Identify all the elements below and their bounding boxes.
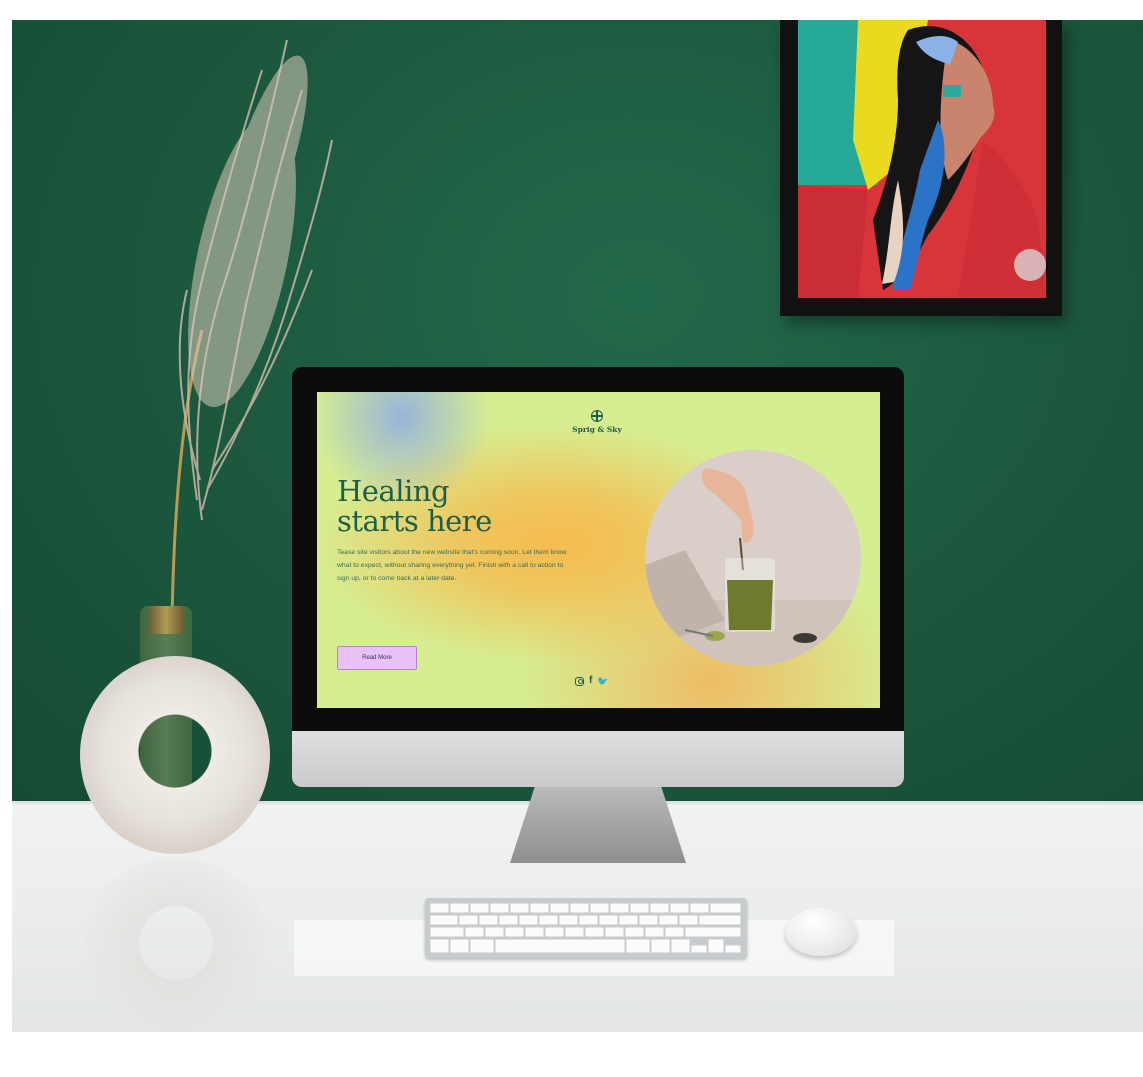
hero-image [645,450,861,666]
hero-title: Healing starts here [337,474,492,538]
painting-artwork [798,20,1046,298]
keyboard [425,898,747,958]
facebook-icon[interactable]: f [589,675,592,687]
framed-painting [780,20,1062,316]
monitor-stand [510,787,686,863]
mockup-photo: Sprig & Sky Healing starts here Tease si… [12,20,1143,1032]
vase-reflection [82,858,270,1028]
compass-icon [591,410,603,422]
read-more-button[interactable]: Read More [337,646,417,670]
hero-description: Tease site visitors about the new websit… [337,549,567,583]
website-screen: Sprig & Sky Healing starts here Tease si… [317,392,880,708]
instagram-icon[interactable] [575,676,584,686]
bottle-neck [149,606,183,634]
ring-vase [80,656,270,854]
monitor-chin [292,731,904,787]
brand-logo[interactable]: Sprig & Sky [547,425,647,434]
twitter-icon[interactable]: 🐦 [597,675,608,687]
mouse [785,908,857,956]
social-links: f 🐦 [575,675,609,687]
